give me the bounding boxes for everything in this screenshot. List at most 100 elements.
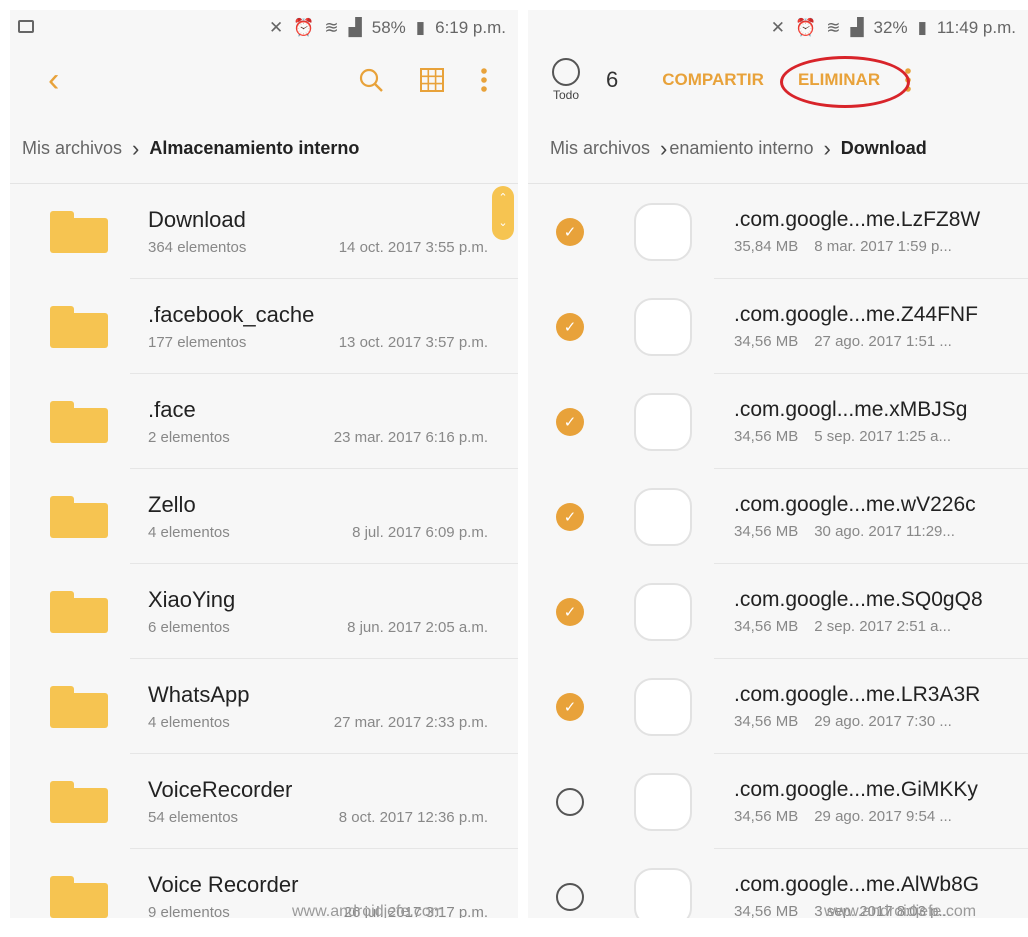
folder-name: .facebook_cache <box>148 302 315 327</box>
fast-scroll-handle[interactable]: ⌃ ⌄ <box>492 186 514 240</box>
folder-row[interactable]: Zello 4 elementos 8 jul. 2017 6:09 p.m. <box>10 469 518 564</box>
mute-icon: ✕ <box>268 18 284 37</box>
file-row[interactable]: .com.google...me.GiMKKy 34,56 MB 29 ago. … <box>528 754 1028 849</box>
file-row[interactable]: ✓ .com.google...me.Z44FNF 34,56 MB 27 ago… <box>528 279 1028 374</box>
file-name: .com.google...me.LR3A3R <box>734 683 981 706</box>
breadcrumb-root[interactable]: Mis archivos <box>22 138 122 159</box>
folder-icon <box>50 875 108 918</box>
folder-row[interactable]: WhatsApp 4 elementos 27 mar. 2017 2:33 p.… <box>10 659 518 754</box>
folder-count: 6 elementos <box>148 619 230 636</box>
right-screen: ✕ ⏰ ≋ ▟ 32% ▮ 11:49 p.m. Todo 6 COMPARTI… <box>528 10 1028 918</box>
left-screen: ✕ ⏰ ≋ ▟ 58% ▮ 6:19 p.m. ‹ Mis archivos ›… <box>10 10 518 918</box>
search-icon[interactable] <box>358 67 384 93</box>
delete-button[interactable]: ELIMINAR <box>779 56 911 108</box>
folder-date: 8 jul. 2017 6:09 p.m. <box>352 524 488 541</box>
alarm-icon: ⏰ <box>293 18 315 37</box>
clock: 11:49 p.m. <box>936 18 1016 37</box>
folder-count: 9 elementos <box>148 904 230 918</box>
more-vertical-icon[interactable] <box>480 67 488 93</box>
battery-icon: ▮ <box>917 18 927 37</box>
circle-checkbox-icon[interactable] <box>556 882 584 911</box>
file-date: 30 ago. 2017 11:29... <box>814 523 955 540</box>
file-row[interactable]: ✓ .com.google...me.LR3A3R 34,56 MB 29 ago… <box>528 659 1028 754</box>
folder-count: 2 elementos <box>148 429 230 446</box>
folder-date: 8 oct. 2017 12:36 p.m. <box>338 809 488 826</box>
folder-row[interactable]: XiaoYing 6 elementos 8 jun. 2017 2:05 a.m… <box>10 564 518 659</box>
file-row[interactable]: ✓ .com.google...me.LzFZ8W 35,84 MB 8 mar.… <box>528 184 1028 279</box>
file-size: 34,56 MB <box>734 523 799 540</box>
folder-name: XiaoYing <box>148 587 236 612</box>
grid-view-icon[interactable] <box>420 68 444 92</box>
mute-icon: ✕ <box>770 18 786 37</box>
breadcrumb-middle[interactable]: enamiento interno <box>669 138 813 159</box>
select-all-label: Todo <box>552 88 580 102</box>
breadcrumb: Mis archivos › Almacenamiento interno <box>10 114 518 184</box>
checkmark-icon[interactable]: ✓ <box>556 597 584 626</box>
file-size: 35,84 MB <box>734 238 799 255</box>
folder-icon <box>50 210 108 253</box>
folder-icon <box>50 590 108 633</box>
folder-count: 4 elementos <box>148 524 230 541</box>
file-size: 34,56 MB <box>734 808 799 825</box>
file-size: 34,56 MB <box>734 903 799 918</box>
folder-row[interactable]: VoiceRecorder 54 elementos 8 oct. 2017 12… <box>10 754 518 849</box>
file-name: .com.googl...me.xMBJSg <box>734 398 968 421</box>
file-row[interactable]: ✓ .com.googl...me.xMBJSg 34,56 MB 5 sep. … <box>528 374 1028 469</box>
watermark: www.androidjefe.com <box>824 903 977 918</box>
folder-row[interactable]: .face 2 elementos 23 mar. 2017 6:16 p.m. <box>10 374 518 469</box>
file-name: .com.google...me.AlWb8G <box>734 873 980 896</box>
checkmark-icon[interactable]: ✓ <box>556 312 584 341</box>
checkmark-icon[interactable]: ✓ <box>556 217 584 246</box>
wifi-icon: ≋ <box>826 18 841 37</box>
folder-list: Download 364 elementos 14 oct. 2017 3:55 … <box>10 184 518 918</box>
share-button[interactable]: COMPARTIR <box>662 70 764 90</box>
breadcrumb-current: Download <box>840 138 927 158</box>
file-date: 29 ago. 2017 7:30 ... <box>814 713 952 730</box>
folder-icon <box>50 685 108 728</box>
checkmark-icon[interactable]: ✓ <box>556 502 584 531</box>
file-date: 2 sep. 2017 2:51 a... <box>814 618 951 635</box>
file-size: 34,56 MB <box>734 618 799 635</box>
image-notification-icon <box>18 20 34 33</box>
file-thumbnail <box>634 582 692 641</box>
file-thumbnail <box>634 772 692 831</box>
battery-percent: 32% <box>873 18 908 37</box>
toolbar: ‹ <box>10 46 518 114</box>
file-name: .com.google...me.Z44FNF <box>734 303 978 326</box>
wifi-icon: ≋ <box>324 18 339 37</box>
selection-toolbar: Todo 6 COMPARTIR ELIMINAR <box>528 46 1028 114</box>
breadcrumb: Mis archivos › enamiento interno › Downl… <box>528 114 1028 184</box>
file-date: 27 ago. 2017 1:51 ... <box>814 333 952 350</box>
folder-count: 4 elementos <box>148 714 230 731</box>
file-name: .com.google...me.LzFZ8W <box>734 208 981 231</box>
folder-date: 8 jun. 2017 2:05 a.m. <box>347 619 488 636</box>
checkmark-icon[interactable]: ✓ <box>556 692 584 721</box>
folder-name: Zello <box>148 492 196 517</box>
file-row[interactable]: ✓ .com.google...me.wV226c 34,56 MB 30 ago… <box>528 469 1028 564</box>
select-all-checkbox[interactable]: Todo <box>542 58 590 102</box>
folder-row[interactable]: Download 364 elementos 14 oct. 2017 3:55 … <box>10 184 518 279</box>
folder-icon <box>50 305 108 348</box>
folder-icon <box>50 780 108 823</box>
folder-row[interactable]: .facebook_cache 177 elementos 13 oct. 201… <box>10 279 518 374</box>
chevron-left-icon[interactable]: ‹ <box>48 61 59 100</box>
file-thumbnail <box>634 487 692 546</box>
status-bar: ✕ ⏰ ≋ ▟ 58% ▮ 6:19 p.m. <box>10 10 518 46</box>
clock: 6:19 p.m. <box>435 18 506 37</box>
chevron-right-icon: › <box>132 135 140 161</box>
circle-checkbox-icon[interactable] <box>556 787 584 816</box>
folder-name: WhatsApp <box>148 682 250 707</box>
status-bar: ✕ ⏰ ≋ ▟ 32% ▮ 11:49 p.m. <box>528 10 1028 46</box>
folder-count: 177 elementos <box>148 334 247 351</box>
file-name: .com.google...me.wV226c <box>734 493 976 516</box>
file-thumbnail <box>634 297 692 356</box>
checkmark-icon[interactable]: ✓ <box>556 407 584 436</box>
folder-date: 23 mar. 2017 6:16 p.m. <box>333 429 488 446</box>
file-size: 34,56 MB <box>734 333 799 350</box>
folder-name: Download <box>148 207 246 232</box>
selected-count: 6 <box>606 67 619 92</box>
file-row[interactable]: ✓ .com.google...me.SQ0gQ8 34,56 MB 2 sep.… <box>528 564 1028 659</box>
breadcrumb-root[interactable]: Mis archivos <box>550 138 650 159</box>
chevron-right-icon: › <box>823 135 831 161</box>
file-thumbnail <box>634 867 692 918</box>
